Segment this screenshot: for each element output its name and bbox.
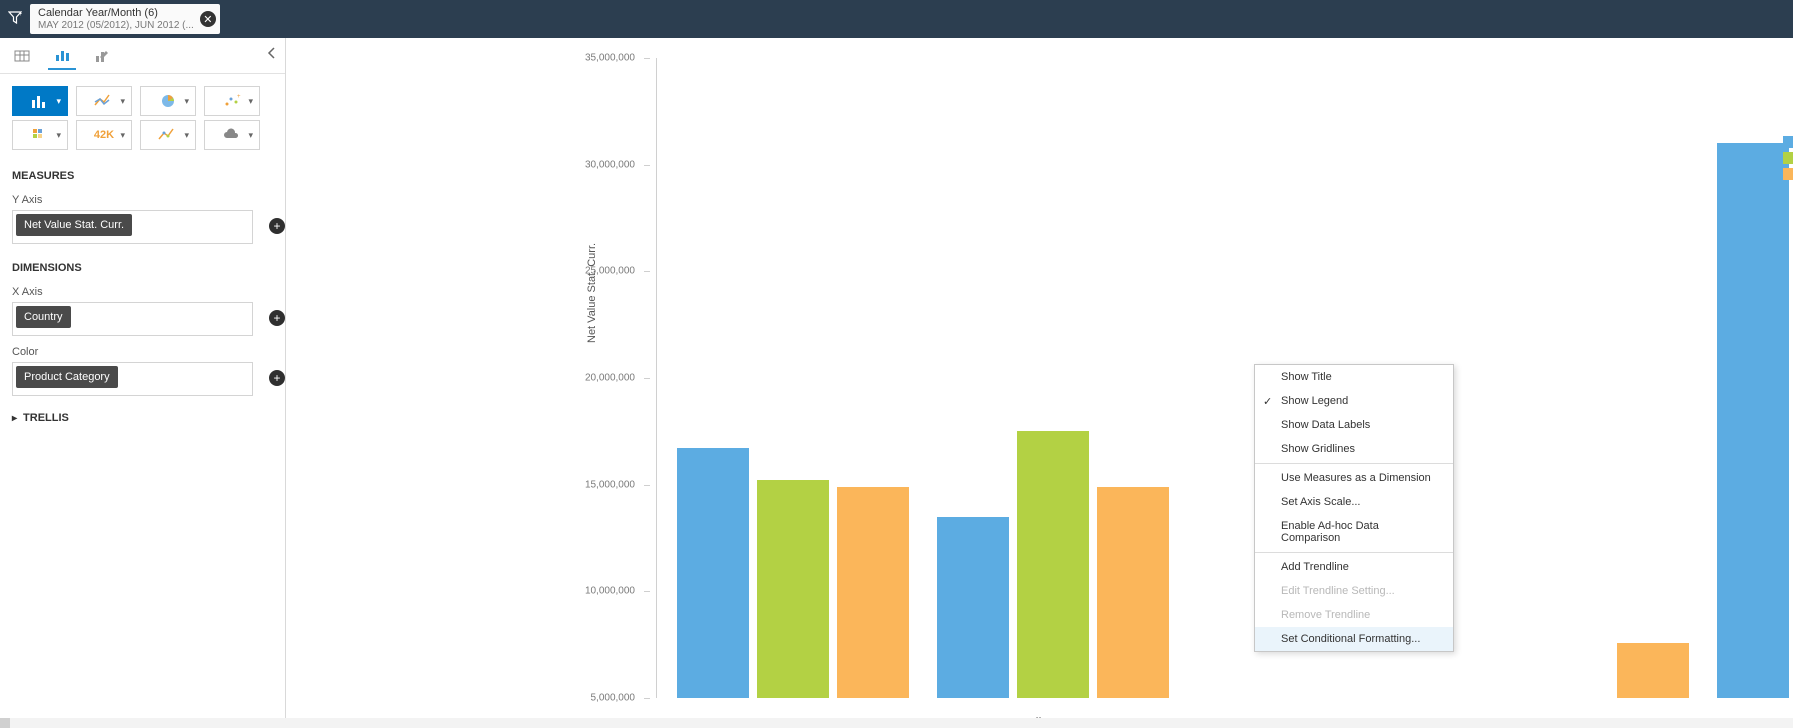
section-dimensions: DIMENSIONS bbox=[0, 248, 285, 280]
trellis-label: TRELLIS bbox=[23, 412, 69, 424]
bar[interactable] bbox=[1097, 487, 1169, 698]
menu-separator bbox=[1255, 463, 1453, 464]
bar[interactable] bbox=[837, 487, 909, 698]
filter-tag-remove[interactable]: ✕ bbox=[200, 11, 216, 27]
filter-tag-title: Calendar Year/Month (6) bbox=[38, 7, 194, 20]
y-tick-label: 30,000,000 bbox=[585, 159, 635, 170]
bar[interactable] bbox=[1017, 431, 1089, 698]
tab-chart-builder-icon[interactable] bbox=[48, 42, 76, 70]
add-measure-button[interactable]: + bbox=[269, 218, 285, 234]
y-axis-labels: 5,000,00010,000,00015,000,00020,000,0002… bbox=[346, 58, 641, 698]
section-trellis[interactable]: ▸ TRELLIS bbox=[0, 400, 285, 436]
chart-type-bar[interactable]: ▾ bbox=[12, 86, 68, 116]
menu-show-title[interactable]: Show Title bbox=[1255, 365, 1453, 389]
bar[interactable] bbox=[937, 517, 1009, 698]
menu-separator bbox=[1255, 552, 1453, 553]
add-xaxis-button[interactable]: + bbox=[269, 310, 285, 326]
pill-product-category[interactable]: Product Category bbox=[16, 366, 118, 388]
menu-show-legend[interactable]: ✓ Show Legend bbox=[1255, 389, 1453, 413]
y-tick-label: 20,000,000 bbox=[585, 373, 635, 384]
chart-type-cloud[interactable]: ▾ bbox=[204, 120, 260, 150]
chart-type-selector: ▾ ▾ ▾ + ▾ ▾ 42K ▾ bbox=[0, 74, 285, 156]
chart-type-heatmap[interactable]: ▾ bbox=[12, 120, 68, 150]
y-tick-label: 15,000,000 bbox=[585, 479, 635, 490]
bar[interactable] bbox=[1617, 643, 1689, 698]
legend-swatch-3 bbox=[1783, 168, 1793, 180]
xaxis-label: X Axis bbox=[0, 280, 285, 300]
tab-chart-style-icon[interactable] bbox=[88, 42, 116, 70]
chart-type-scatter[interactable]: + ▾ bbox=[204, 86, 260, 116]
menu-show-data-labels[interactable]: Show Data Labels bbox=[1255, 413, 1453, 437]
menu-add-trendline[interactable]: Add Trendline bbox=[1255, 555, 1453, 579]
scrollbar-thumb[interactable] bbox=[0, 718, 10, 728]
legend-swatch-2 bbox=[1783, 152, 1793, 164]
y-tick-label: 25,000,000 bbox=[585, 266, 635, 277]
add-color-button[interactable]: + bbox=[269, 370, 285, 386]
xaxis-drop-zone[interactable]: Country bbox=[12, 302, 253, 336]
pill-net-value[interactable]: Net Value Stat. Curr. bbox=[16, 214, 132, 236]
y-tick-label: 5,000,000 bbox=[591, 693, 636, 704]
menu-use-measures-dimension[interactable]: Use Measures as a Dimension bbox=[1255, 466, 1453, 490]
chart-plot: 5,000,00010,000,00015,000,00020,000,0002… bbox=[346, 58, 1773, 698]
chart-canvas[interactable]: Net Value Stat. Curr. 5,000,00010,000,00… bbox=[286, 38, 1793, 728]
bars-area bbox=[656, 58, 1763, 698]
chart-type-pie[interactable]: ▾ bbox=[140, 86, 196, 116]
add-filter-icon[interactable]: + bbox=[6, 11, 26, 28]
filter-tag[interactable]: Calendar Year/Month (6) MAY 2012 (05/201… bbox=[30, 4, 220, 34]
chart-type-line[interactable]: ▾ bbox=[76, 86, 132, 116]
check-icon: ✓ bbox=[1263, 395, 1272, 408]
menu-set-axis-scale[interactable]: Set Axis Scale... bbox=[1255, 490, 1453, 514]
chart-context-menu: Show Title ✓ Show Legend Show Data Label… bbox=[1254, 364, 1454, 652]
menu-remove-trendline: Remove Trendline bbox=[1255, 603, 1453, 627]
y-tick-label: 35,000,000 bbox=[585, 53, 635, 64]
color-drop-zone[interactable]: Product Category bbox=[12, 362, 253, 396]
menu-show-gridlines[interactable]: Show Gridlines bbox=[1255, 437, 1453, 461]
svg-text:+: + bbox=[237, 94, 241, 100]
chart-type-number[interactable]: 42K ▾ bbox=[76, 120, 132, 150]
svg-text:+: + bbox=[19, 12, 22, 18]
chevron-right-icon: ▸ bbox=[12, 413, 17, 424]
y-tick-label: 10,000,000 bbox=[585, 586, 635, 597]
bar[interactable] bbox=[677, 448, 749, 698]
horizontal-scrollbar[interactable] bbox=[0, 718, 1793, 728]
chart-type-combo[interactable]: ▾ bbox=[140, 120, 196, 150]
menu-set-conditional-formatting[interactable]: Set Conditional Formatting... bbox=[1255, 627, 1453, 651]
top-filter-bar: + Calendar Year/Month (6) MAY 2012 (05/2… bbox=[0, 0, 1793, 38]
menu-edit-trendline: Edit Trendline Setting... bbox=[1255, 579, 1453, 603]
pill-country[interactable]: Country bbox=[16, 306, 71, 328]
section-measures: MEASURES bbox=[0, 156, 285, 188]
legend-swatch-1 bbox=[1783, 136, 1793, 148]
yaxis-label: Y Axis bbox=[0, 188, 285, 208]
yaxis-drop-zone[interactable]: Net Value Stat. Curr. bbox=[12, 210, 253, 244]
builder-sidebar: ▾ ▾ ▾ + ▾ ▾ 42K ▾ bbox=[0, 38, 286, 728]
sidebar-tabrow bbox=[0, 38, 285, 74]
filter-tag-subtitle: MAY 2012 (05/2012), JUN 2012 (... bbox=[38, 20, 194, 32]
bar[interactable] bbox=[757, 480, 829, 698]
tab-table-icon[interactable] bbox=[8, 42, 36, 70]
bar[interactable] bbox=[1717, 143, 1789, 698]
color-label: Color bbox=[0, 340, 285, 360]
sidebar-collapse-icon[interactable] bbox=[267, 46, 277, 64]
menu-enable-adhoc[interactable]: Enable Ad-hoc Data Comparison bbox=[1255, 514, 1453, 550]
